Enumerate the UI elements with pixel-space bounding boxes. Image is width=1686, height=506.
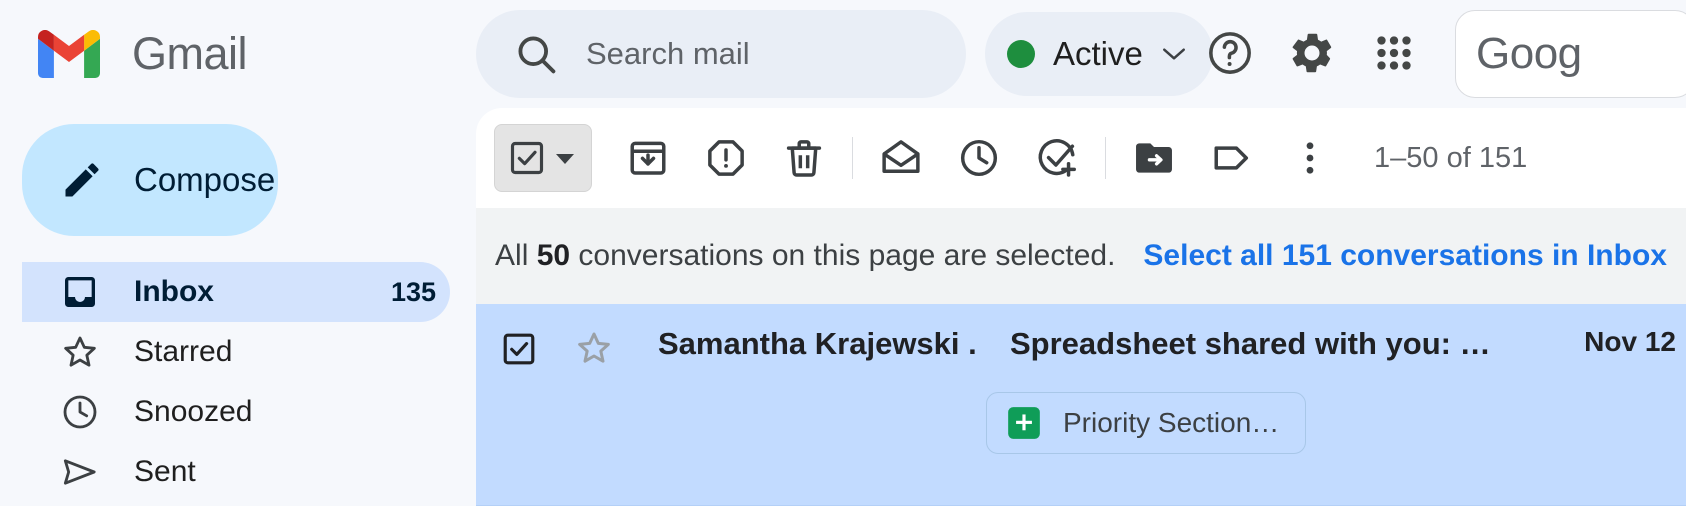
sidebar: Compose Inbox 135 Starred Snoozed Sent	[0, 108, 476, 506]
pagination-range: 1–50 of 151	[1374, 141, 1528, 174]
more-options-icon[interactable]	[1288, 136, 1332, 180]
status-chip[interactable]: Active	[985, 12, 1213, 96]
banner-count: 50	[536, 239, 571, 272]
select-all-checkbox[interactable]	[494, 124, 592, 192]
snooze-icon[interactable]	[957, 136, 1001, 180]
account-card-text: Goog	[1476, 29, 1582, 78]
gmail-app: Gmail Search mail Active Goog Compose In…	[0, 0, 1686, 506]
app-header: Gmail Search mail Active Goog	[0, 0, 1686, 108]
report-spam-icon[interactable]	[704, 136, 748, 180]
message-sender: Samantha Krajewski .	[658, 326, 977, 361]
archive-icon[interactable]	[626, 136, 670, 180]
list-toolbar: 1–50 of 151	[476, 108, 1686, 208]
brand-name: Gmail	[132, 28, 248, 79]
star-icon	[60, 332, 100, 372]
mark-as-read-icon[interactable]	[879, 136, 923, 180]
inbox-unread-count: 135	[390, 276, 436, 307]
banner-prefix: All	[495, 239, 537, 272]
selection-banner: All 50 conversations on this page are se…	[476, 208, 1686, 304]
sidebar-item-label: Inbox	[134, 275, 214, 308]
add-to-tasks-icon[interactable]	[1035, 136, 1079, 180]
sidebar-item-label: Sent	[134, 455, 196, 488]
toolbar-divider	[852, 137, 853, 179]
table-row[interactable]: Samantha Krajewski . Spreadsheet shared …	[476, 304, 1686, 506]
sidebar-item-label: Starred	[134, 335, 233, 368]
sidebar-item-label: Snoozed	[134, 395, 253, 428]
selection-banner-text: All 50 conversations on this page are se…	[495, 239, 1115, 273]
inbox-icon	[60, 272, 100, 312]
clock-icon	[60, 392, 100, 432]
dropdown-caret-icon[interactable]	[553, 150, 577, 166]
labels-icon[interactable]	[1210, 136, 1254, 180]
delete-icon[interactable]	[782, 136, 826, 180]
select-all-conversations-link[interactable]: Select all 151 conversations in Inbox	[1143, 239, 1667, 273]
attachment-chip[interactable]: Priority Section…	[986, 392, 1307, 454]
move-to-icon[interactable]	[1132, 136, 1176, 180]
google-apps-icon[interactable]	[1369, 28, 1419, 78]
message-checkbox[interactable]	[500, 330, 538, 368]
message-subject: Spreadsheet shared with you: …	[1010, 326, 1491, 361]
help-icon[interactable]	[1205, 28, 1255, 78]
toolbar-divider	[1105, 137, 1106, 179]
account-card[interactable]: Goog	[1455, 10, 1686, 98]
google-sheets-icon	[1005, 404, 1043, 442]
sidebar-item-inbox[interactable]: Inbox 135	[22, 262, 450, 322]
search-icon	[514, 32, 558, 76]
message-list-pane: 1–50 of 151 All 50 conversations on this…	[476, 108, 1686, 506]
chevron-down-icon	[1161, 46, 1187, 62]
send-icon	[60, 452, 100, 492]
sidebar-nav: Inbox 135 Starred Snoozed Sent	[0, 262, 476, 502]
search-input[interactable]	[586, 36, 985, 72]
message-date: Nov 12	[1584, 326, 1676, 357]
status-dot-icon	[1007, 40, 1035, 68]
brand: Gmail	[38, 28, 438, 80]
gmail-logo-icon	[38, 29, 100, 78]
message-row-main: Samantha Krajewski . Spreadsheet shared …	[476, 326, 1686, 368]
status-label: Active	[1053, 35, 1143, 72]
sidebar-item-starred[interactable]: Starred	[22, 322, 450, 382]
sidebar-item-snoozed[interactable]: Snoozed	[22, 382, 450, 442]
header-icon-group	[1205, 28, 1419, 78]
sidebar-item-sent[interactable]: Sent	[22, 442, 450, 502]
checkbox-checked-icon	[507, 138, 547, 178]
search-bar[interactable]	[476, 10, 1031, 98]
star-icon[interactable]	[574, 328, 614, 368]
attachment-chip-label: Priority Section…	[1063, 407, 1280, 438]
banner-suffix: conversations on this page are selected.	[570, 239, 1116, 272]
pencil-icon	[60, 158, 104, 202]
compose-button[interactable]: Compose	[22, 124, 278, 236]
settings-icon[interactable]	[1287, 28, 1337, 78]
compose-label: Compose	[134, 161, 276, 198]
